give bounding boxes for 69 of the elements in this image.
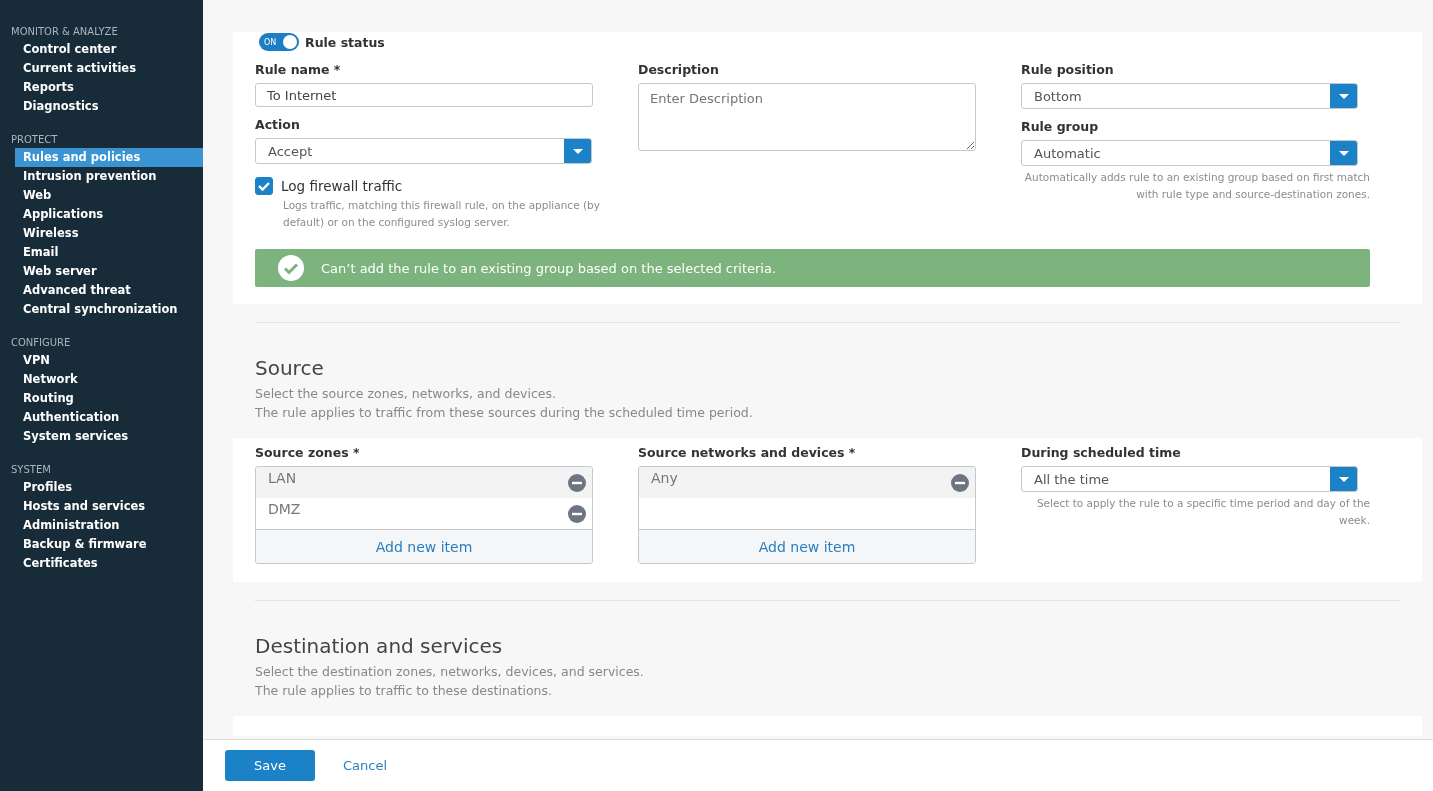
caret-icon <box>1330 467 1357 491</box>
action-dropdown[interactable]: Accept <box>255 138 592 164</box>
sidebar-item[interactable]: VPN <box>15 351 203 370</box>
section-description: Select the source zones, networks, and devices. <box>255 385 558 403</box>
section-heading: MONITOR & ANALYZE <box>10 25 119 39</box>
sidebar-item[interactable]: Certificates <box>15 554 203 573</box>
toggle-switch[interactable]: ON <box>259 33 299 51</box>
field-label: Source zones * <box>255 445 361 460</box>
section-title: Destination and services <box>255 634 504 658</box>
remove-icon[interactable] <box>568 473 586 492</box>
text-field[interactable]: To Internet <box>255 83 593 107</box>
remove-icon[interactable] <box>568 504 586 523</box>
sidebar-item[interactable]: Applications <box>15 205 203 224</box>
sidebar-item[interactable]: Wireless <box>15 224 203 243</box>
field-label: During scheduled time <box>1021 445 1182 460</box>
sidebar-item[interactable]: Diagnostics <box>15 97 203 116</box>
checkbox[interactable] <box>255 177 273 195</box>
sidebar-item[interactable]: Hosts and services <box>15 497 203 516</box>
checkbox-label: Log firewall traffic <box>281 178 403 194</box>
sidebar-item[interactable]: Intrusion prevention <box>15 167 203 186</box>
sidebar-item[interactable]: Central synchronization <box>15 300 203 319</box>
field-label: Rule position <box>1021 62 1115 77</box>
list-item: LAN <box>268 469 297 486</box>
banner-text: Can’t add the rule to an existing group based on the selected criteria. <box>321 260 777 276</box>
caret-icon <box>1330 84 1357 108</box>
sidebar-item[interactable]: Profiles <box>15 478 203 497</box>
toggle-label: Rule status <box>305 34 385 50</box>
save-button[interactable]: Save <box>225 750 315 781</box>
section-description: The rule applies to traffic to these destinations. <box>255 682 553 700</box>
field-label: Description <box>638 62 720 77</box>
sidebar-item[interactable]: System services <box>15 427 203 446</box>
check-circle-icon <box>278 255 304 281</box>
sidebar-item[interactable]: Email <box>15 243 203 262</box>
sidebar-item[interactable]: Backup & firmware <box>15 535 203 554</box>
sidebar-item[interactable]: Advanced threat <box>15 281 203 300</box>
sidebar-item[interactable]: Administration <box>15 516 203 535</box>
add-item-link[interactable]: Add new item <box>256 529 592 563</box>
section-title: Source <box>255 356 325 380</box>
hint-text: Logs traffic, matching this firewall rule, on the appliance (by default) or on the configured syslog server. <box>282 198 601 230</box>
description-field[interactable]: Enter Description <box>638 83 976 151</box>
section-heading: PROTECT <box>10 133 59 147</box>
sidebar-item[interactable]: Network <box>15 370 203 389</box>
section-heading: SYSTEM <box>10 463 52 477</box>
group-dropdown[interactable]: Automatic <box>1021 140 1358 166</box>
section-description: The rule applies to traffic from these sources during the scheduled time period. <box>255 404 754 422</box>
schedule-dropdown[interactable]: All the time <box>1021 466 1358 492</box>
list-item: DMZ <box>268 500 301 517</box>
sidebar-item[interactable]: Reports <box>15 78 203 97</box>
caret-icon <box>564 139 591 163</box>
field-label: Source networks and devices * <box>638 445 857 460</box>
sidebar-item[interactable]: Routing <box>15 389 203 408</box>
position-dropdown[interactable]: Bottom <box>1021 83 1358 109</box>
sidebar-item[interactable]: Web server <box>15 262 203 281</box>
remove-icon[interactable] <box>951 473 969 492</box>
sidebar-item[interactable]: Web <box>15 186 203 205</box>
cancel-link[interactable]: Cancel <box>343 758 388 773</box>
section-description: Select the destination zones, networks, devices, and services. <box>255 663 645 681</box>
section-heading: CONFIGURE <box>10 336 72 350</box>
hint-text: Automatically adds rule to an existing group based on first match with rule type and source-destination zones. <box>1023 170 1370 202</box>
field-label: Action <box>255 117 301 132</box>
field-label: Rule group <box>1021 119 1100 134</box>
list-item: Any <box>651 469 678 486</box>
sidebar-item[interactable]: Authentication <box>15 408 203 427</box>
add-item-link[interactable]: Add new item <box>639 529 975 563</box>
sidebar-item[interactable]: Control center <box>15 40 203 59</box>
hint-text: Select to apply the rule to a specific time period and day of the week. <box>1035 496 1370 528</box>
caret-icon <box>1330 141 1357 165</box>
field-label: Rule name * <box>255 62 342 77</box>
sidebar-item[interactable]: Current activities <box>15 59 203 78</box>
